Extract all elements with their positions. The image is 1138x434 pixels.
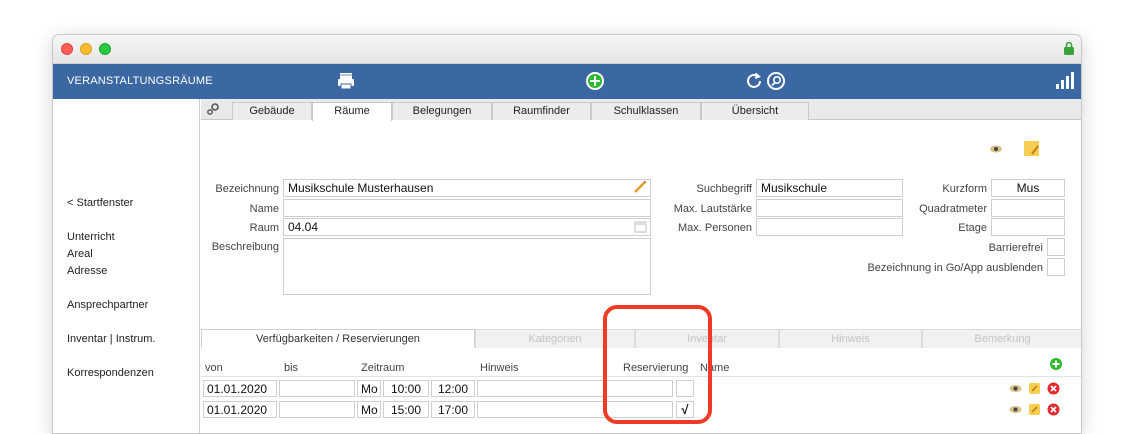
- tab-raeume[interactable]: Räume: [312, 102, 392, 121]
- bezeichnung-label: Bezeichnung: [215, 183, 279, 195]
- search-icon[interactable]: [765, 70, 787, 92]
- row-hinweis-field[interactable]: [477, 401, 673, 418]
- suchbegriff-field[interactable]: Musikschule: [756, 179, 903, 197]
- barrierefrei-checkbox[interactable]: [1047, 238, 1065, 256]
- table-header-divider: [201, 376, 1081, 377]
- zoom-window-button[interactable]: [99, 43, 111, 55]
- max-personen-label: Max. Personen: [678, 222, 752, 234]
- row-reservierung-checkbox[interactable]: [676, 380, 694, 397]
- refresh-icon[interactable]: [743, 70, 765, 92]
- subtab-bemerkung[interactable]: Bemerkung: [922, 329, 1081, 348]
- tab-gebaeude[interactable]: Gebäude: [232, 102, 312, 120]
- module-title: VERANSTALTUNGSRÄUME: [67, 75, 213, 87]
- close-window-button[interactable]: [61, 43, 73, 55]
- etage-label: Etage: [958, 222, 987, 234]
- suchbegriff-label: Suchbegriff: [696, 183, 752, 195]
- subtab-kategorien[interactable]: Kategorien: [475, 329, 635, 348]
- pencil-icon[interactable]: [633, 180, 647, 194]
- sidebar-item-areal[interactable]: Areal: [67, 248, 93, 260]
- ausblenden-checkbox[interactable]: [1047, 258, 1065, 276]
- tab-uebersicht[interactable]: Übersicht: [701, 102, 809, 120]
- row-von-field[interactable]: 01.01.2020: [203, 380, 277, 397]
- app-window: VERANSTALTUNGSRÄUME < Startfenster Unter…: [52, 34, 1082, 434]
- bezeichnung-field[interactable]: Musikschule Musterhausen: [283, 179, 651, 197]
- view-row-icon[interactable]: [1009, 382, 1022, 395]
- ausblenden-label: Bezeichnung in Go/App ausblenden: [867, 262, 1043, 274]
- note-edit-icon[interactable]: [1023, 140, 1041, 158]
- raum-label: Raum: [249, 222, 279, 234]
- col-name: Name: [700, 362, 730, 374]
- eye-icon[interactable]: [989, 144, 1003, 154]
- max-lautstaerke-label: Max. Lautstärke: [673, 203, 752, 215]
- sidebar-item-ansprechpartner[interactable]: Ansprechpartner: [67, 299, 148, 311]
- main-content: Gebäude Räume Belegungen Raumfinder Schu…: [201, 99, 1081, 433]
- signal-bars-icon: [1056, 72, 1074, 89]
- row-tag-field[interactable]: Mo: [357, 380, 381, 397]
- delete-row-icon[interactable]: [1047, 382, 1060, 395]
- col-reservierung: Reservierung: [623, 362, 689, 374]
- main-toolbar: VERANSTALTUNGSRÄUME: [53, 64, 1081, 99]
- kurzform-field[interactable]: Mus: [991, 179, 1065, 197]
- minimize-window-button[interactable]: [80, 43, 92, 55]
- tab-schulklassen[interactable]: Schulklassen: [591, 102, 701, 120]
- add-record-icon[interactable]: [584, 70, 606, 92]
- sidebar-back-startfenster[interactable]: < Startfenster: [67, 197, 133, 209]
- row-hinweis-field[interactable]: [477, 380, 673, 397]
- edit-row-icon[interactable]: [1028, 382, 1041, 395]
- max-personen-field[interactable]: [756, 218, 903, 236]
- tab-strip: Gebäude Räume Belegungen Raumfinder Schu…: [201, 99, 1081, 121]
- row-tag-field[interactable]: Mo: [357, 401, 381, 418]
- sidebar-item-korrespondenzen[interactable]: Korrespondenzen: [67, 367, 154, 379]
- etage-field[interactable]: [991, 218, 1065, 236]
- beschreibung-label: Beschreibung: [211, 241, 279, 253]
- tab-belegungen[interactable]: Belegungen: [392, 102, 492, 120]
- edit-row-icon[interactable]: [1028, 403, 1041, 416]
- sidebar-item-adresse[interactable]: Adresse: [67, 265, 107, 277]
- subtab-hinweis[interactable]: Hinweis: [779, 329, 922, 348]
- quadratmeter-field[interactable]: [991, 199, 1065, 217]
- col-zeitraum: Zeitraum: [361, 362, 405, 374]
- delete-row-icon[interactable]: [1047, 403, 1060, 416]
- col-von: von: [205, 362, 223, 374]
- beschreibung-field[interactable]: [283, 238, 651, 295]
- calendar-icon[interactable]: [634, 220, 647, 233]
- tab-raumfinder[interactable]: Raumfinder: [492, 102, 591, 120]
- print-icon[interactable]: [335, 70, 357, 92]
- subtab-inventar[interactable]: Inventar: [635, 329, 779, 348]
- row-bis-field[interactable]: [279, 401, 355, 418]
- row-bis-field[interactable]: [279, 380, 355, 397]
- row-ende-field[interactable]: 17:00: [431, 401, 475, 418]
- name-label: Name: [249, 203, 279, 215]
- row-reservierung-checkbox[interactable]: √: [676, 401, 694, 418]
- barrierefrei-label: Barrierefrei: [988, 242, 1043, 254]
- add-row-icon[interactable]: [1049, 357, 1063, 371]
- sidebar: < Startfenster Unterricht Areal Adresse …: [53, 99, 200, 433]
- view-row-icon[interactable]: [1009, 403, 1022, 416]
- row-start-field[interactable]: 10:00: [383, 380, 429, 397]
- kurzform-label: Kurzform: [942, 183, 987, 195]
- settings-gears-icon[interactable]: [206, 102, 220, 116]
- title-bar: [53, 35, 1081, 64]
- col-hinweis: Hinweis: [480, 362, 519, 374]
- subtab-verfuegbarkeiten[interactable]: Verfügbarkeiten / Reservierungen: [201, 329, 475, 348]
- sidebar-item-unterricht[interactable]: Unterricht: [67, 231, 115, 243]
- row-ende-field[interactable]: 12:00: [431, 380, 475, 397]
- row-von-field[interactable]: 01.01.2020: [203, 401, 277, 418]
- lock-icon: [1064, 41, 1074, 55]
- row-start-field[interactable]: 15:00: [383, 401, 429, 418]
- sub-tab-strip: Verfügbarkeiten / Reservierungen Kategor…: [201, 329, 1081, 348]
- max-lautstaerke-field[interactable]: [756, 199, 903, 217]
- sidebar-item-inventar[interactable]: Inventar | Instrum.: [67, 333, 155, 345]
- quadratmeter-label: Quadratmeter: [919, 203, 987, 215]
- col-bis: bis: [284, 362, 299, 374]
- name-field[interactable]: [283, 199, 651, 217]
- raum-field[interactable]: 04.04: [283, 218, 651, 236]
